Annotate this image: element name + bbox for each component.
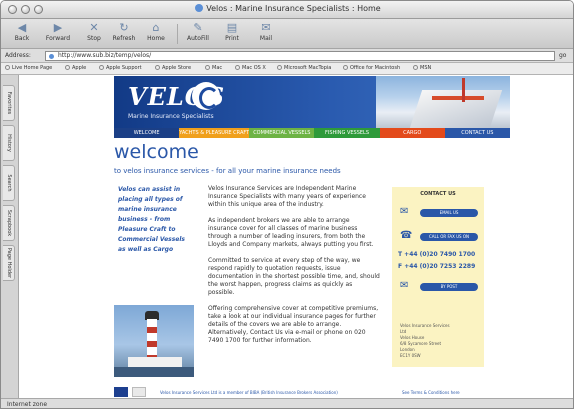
mail-icon: ✉ (261, 21, 271, 34)
favorite-live-home-page[interactable]: Live Home Page (5, 65, 52, 71)
fax-number: F +44 (0)20 7253 2289 (398, 263, 476, 270)
envelope-icon: ✉ (400, 280, 409, 291)
web-page-content: VELOS Marine Insurance Specialists WELCO… (20, 75, 573, 398)
contact-title: CONTACT US (420, 191, 456, 197)
postal-address: Velos Insurance Services Ltd Velos House… (400, 323, 450, 358)
address-bar: Address: http://www.sub.biz/temp/velos/ … (1, 49, 573, 63)
nav-yachts-pleasure-craft[interactable]: YACHTS & PLEASURE CRAFT (179, 128, 250, 138)
biba-logo-icon (132, 387, 146, 397)
lighthouse-sea (114, 367, 194, 377)
explorer-side-tabs: Favorites History Search Scrapbook Page … (1, 75, 19, 398)
tab-search[interactable]: Search (3, 165, 15, 201)
toolbar-divider (177, 24, 178, 44)
favorite-bullet-icon (155, 65, 160, 70)
browser-toolbar: ◀ Back ▶ Forward ✕ Stop ↻ Refresh ⌂ Home ✎ Aut… (1, 19, 573, 49)
favorite-apple-store[interactable]: Apple Store (155, 65, 191, 71)
lighthouse-cottage (128, 357, 182, 367)
refresh-button[interactable]: ↻ Refresh (107, 21, 141, 42)
stop-button[interactable]: ✕ Stop (77, 21, 111, 42)
favorite-bullet-icon (343, 65, 348, 70)
tab-history[interactable]: History (3, 125, 15, 161)
refresh-icon: ↻ (119, 21, 129, 34)
site-header: VELOS Marine Insurance Specialists (114, 76, 510, 128)
favorite-bullet-icon (235, 65, 240, 70)
globe-icon (195, 4, 204, 12)
favorites-bar: Live Home Page Apple Apple Support Apple… (1, 63, 573, 75)
status-text: Internet zone (7, 401, 48, 408)
email-us-button[interactable]: EMAIL US (420, 209, 478, 217)
favorite-bullet-icon (65, 65, 70, 70)
favorite-apple[interactable]: Apple (65, 65, 86, 71)
forward-arrow-icon: ▶ (53, 21, 63, 34)
favorite-bullet-icon (205, 65, 210, 70)
address-label: Address: (5, 52, 31, 59)
favorite-mac[interactable]: Mac (205, 65, 222, 71)
back-arrow-icon: ◀ (17, 21, 27, 34)
telephone-number: T +44 (0)20 7490 1700 (398, 251, 476, 258)
ship-photo (376, 76, 510, 128)
telephone-icon: ☎ (400, 230, 413, 241)
autofill-button[interactable]: ✎ AutoFill (181, 21, 215, 42)
browser-window: Velos : Marine Insurance Specialists : H… (0, 0, 574, 409)
nav-welcome[interactable]: WELCOME (114, 128, 180, 138)
forward-button[interactable]: ▶ Forward (41, 21, 75, 42)
print-button[interactable]: ▤ Print (215, 21, 249, 42)
intro-callout: Velos can assist in placing all types of… (118, 186, 185, 253)
email-icon: ✉ (400, 206, 409, 217)
home-button[interactable]: ⌂ Home (139, 21, 173, 42)
eu-flag-icon (114, 387, 128, 397)
ship-mast (462, 78, 465, 102)
mail-button[interactable]: ✉ Mail (249, 21, 283, 42)
favorite-microsoft-mactopia[interactable]: Microsoft MacTopia (277, 65, 331, 71)
call-fax-button[interactable]: CALL OR FAX US ON (420, 233, 478, 241)
by-post-button[interactable]: BY POST (420, 283, 478, 291)
site-footer: Velos Insurance Services Ltd is a member… (114, 387, 486, 398)
home-icon: ⌂ (152, 21, 160, 34)
site-nav: WELCOME YACHTS & PLEASURE CRAFT COMMERCI… (114, 128, 510, 138)
favorite-bullet-icon (5, 65, 10, 70)
favorite-office-for-macintosh[interactable]: Office for Macintosh (343, 65, 400, 71)
window-title: Velos : Marine Insurance Specialists : H… (1, 4, 573, 13)
tab-page-holder[interactable]: Page Holder (3, 245, 15, 281)
autofill-icon: ✎ (193, 21, 203, 34)
site-tagline: Marine Insurance Specialists (128, 113, 214, 120)
body-paragraph: As independent brokers we are able to ar… (208, 217, 374, 248)
favorite-mac-os-x[interactable]: Mac OS X (235, 65, 266, 71)
ship-deck (432, 96, 484, 100)
nav-commercial-vessels[interactable]: COMMERCIAL VESSELS (249, 128, 315, 138)
tab-scrapbook[interactable]: Scrapbook (3, 205, 15, 241)
contact-panel: CONTACT US ✉ EMAIL US ☎ CALL OR FAX US O… (392, 187, 484, 367)
page-heading: welcome (114, 141, 199, 163)
go-button[interactable]: go (559, 52, 566, 59)
print-icon: ▤ (226, 21, 238, 34)
favorite-apple-support[interactable]: Apple Support (99, 65, 142, 71)
favorite-bullet-icon (277, 65, 282, 70)
status-bar: Internet zone (1, 398, 573, 408)
stop-icon: ✕ (89, 21, 99, 34)
biba-member-text: Velos Insurance Services Ltd is a member… (160, 390, 338, 395)
lighthouse-photo (114, 305, 194, 377)
body-copy: Velos Insurance Services are Independent… (208, 185, 380, 353)
tab-favorites[interactable]: Favorites (3, 85, 15, 121)
page-subheading: to velos insurance services - for all yo… (114, 167, 341, 175)
nav-contact-us[interactable]: CONTACT US (444, 128, 510, 138)
logo-emblem-icon (192, 82, 220, 110)
favorite-bullet-icon (413, 65, 418, 70)
favorite-msn[interactable]: MSN (413, 65, 431, 71)
nav-fishing-vessels[interactable]: FISHING VESSELS (314, 128, 380, 138)
back-button[interactable]: ◀ Back (5, 21, 39, 42)
address-input[interactable]: http://www.sub.biz/temp/velos/ (45, 51, 555, 61)
body-paragraph: Velos Insurance Services are Independent… (208, 185, 366, 208)
favorite-bullet-icon (99, 65, 104, 70)
body-paragraph: Committed to service at every step of th… (208, 257, 380, 296)
body-paragraph: Offering comprehensive cover at competit… (208, 305, 379, 344)
title-bar[interactable]: Velos : Marine Insurance Specialists : H… (1, 1, 573, 19)
nav-cargo[interactable]: CARGO (379, 128, 445, 138)
terms-link[interactable]: See Terms & Conditions here (402, 390, 460, 395)
